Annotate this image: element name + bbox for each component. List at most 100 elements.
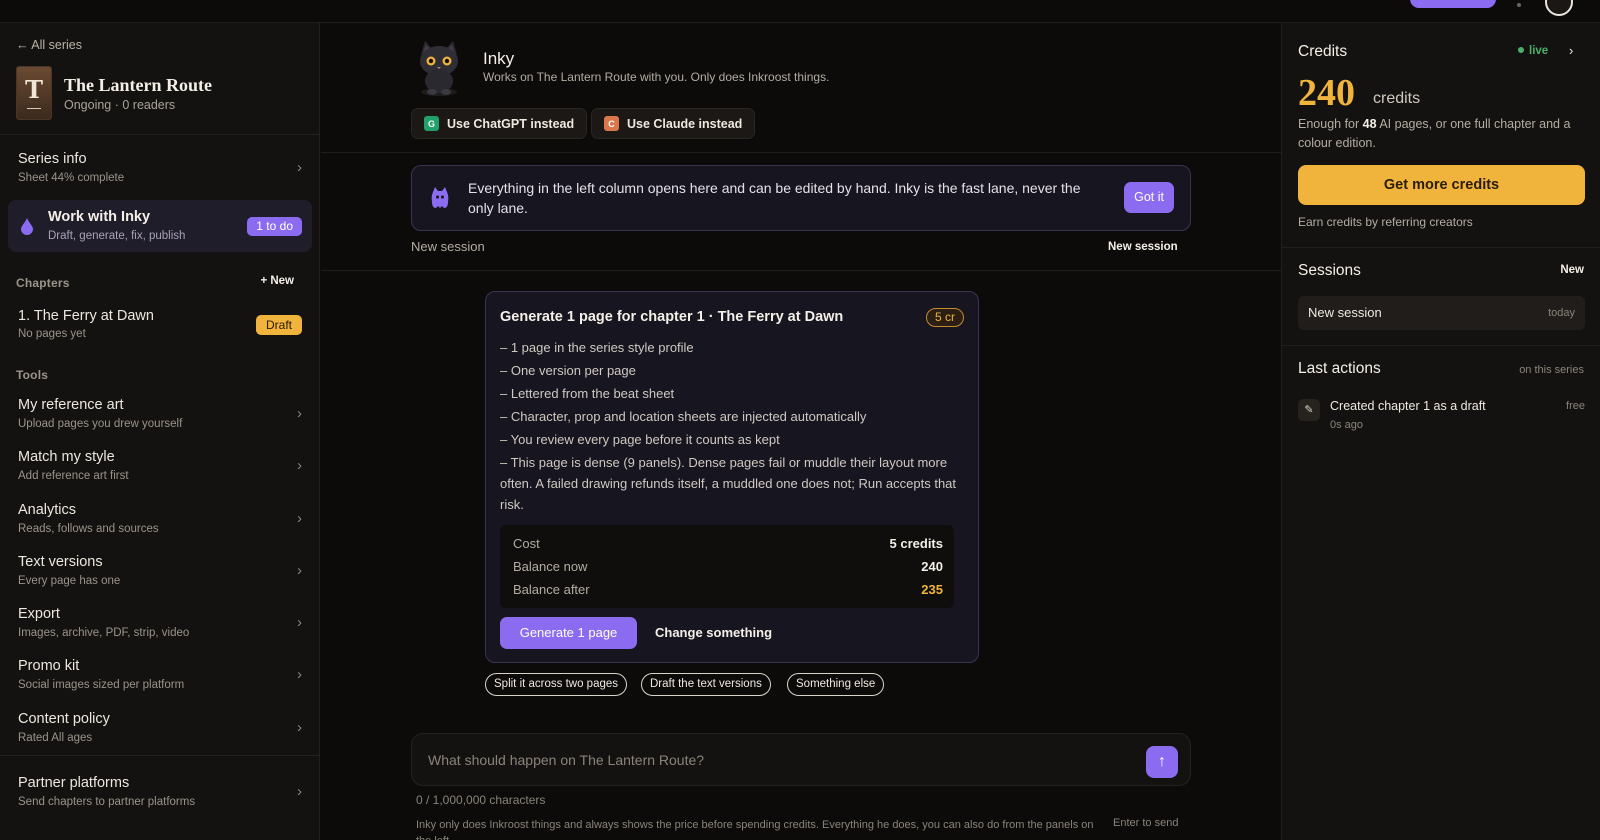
suggestion-chip[interactable]: Split it across two pages <box>485 673 628 696</box>
sidebar-item-title: Analytics <box>18 502 77 518</box>
tools-heading: Tools <box>16 368 49 382</box>
referral-link[interactable]: Earn credits by referring creators <box>1298 215 1473 229</box>
chevron-right-icon[interactable]: › <box>1569 43 1573 58</box>
sidebar-item-title: Export <box>18 606 60 622</box>
chevron-right-icon: › <box>297 457 302 474</box>
balance-after-row: Balance after 235 <box>513 582 943 597</box>
new-chapter-button[interactable]: + New <box>260 275 294 287</box>
chevron-right-icon: › <box>297 666 302 683</box>
sidebar-item-subtitle: Reads, follows and sources <box>18 523 159 535</box>
divider <box>0 755 320 756</box>
generate-page-button[interactable]: Generate 1 page <box>500 617 637 649</box>
top-action-button[interactable] <box>1410 0 1496 8</box>
credits-note: Enough for 48 AI pages, or one full chap… <box>1298 115 1588 153</box>
chapter-title: 1. The Ferry at Dawn <box>18 308 154 324</box>
sidebar-item-series-info[interactable]: Series info Sheet 44% complete › <box>0 151 320 203</box>
info-banner-text: Everything in the left column opens here… <box>468 180 1081 216</box>
sidebar-item-title: Promo kit <box>18 658 80 674</box>
info-banner: Everything in the left column opens here… <box>411 165 1191 231</box>
sidebar-item-title: Match my style <box>18 449 115 465</box>
proposal-title: Generate 1 page for chapter 1 · The Ferr… <box>500 309 844 325</box>
session-item[interactable]: New session today <box>1298 296 1585 330</box>
sidebar-item-subtitle: Draft, generate, fix, publish <box>48 230 186 242</box>
get-more-credits-button[interactable]: Get more credits <box>1298 165 1585 205</box>
sidebar-item-work-with-inky[interactable]: Work with Inky Draft, generate, fix, pub… <box>8 200 312 252</box>
all-series-link[interactable]: ← All series <box>16 38 82 52</box>
cost-row: Cost 5 credits <box>513 536 943 551</box>
use-chatgpt-button[interactable]: G Use ChatGPT instead <box>411 108 588 139</box>
assistant-name: Inky <box>483 49 515 68</box>
session-title: New session <box>411 239 485 254</box>
character-count: 0 / 1,000,000 characters <box>416 793 546 807</box>
chapter-subtitle: No pages yet <box>18 328 86 340</box>
divider <box>321 270 1281 271</box>
inky-cat-avatar <box>420 41 458 96</box>
series-status: Ongoing · 0 readers <box>64 97 176 112</box>
credits-note-count: 48 <box>1362 117 1377 131</box>
proposal-detail: – 1 page in the series style profile <box>500 340 694 355</box>
chevron-right-icon: › <box>297 719 302 736</box>
proposal-detail: – Character, prop and location sheets ar… <box>500 409 867 424</box>
proposal-detail: – You review every page before it counts… <box>500 432 780 447</box>
message-composer: ↑ <box>411 733 1191 786</box>
action-item: ✎ Created chapter 1 as a draft 0s ago fr… <box>1298 399 1585 439</box>
sidebar-item-analytics[interactable]: Analytics Reads, follows and sources › <box>0 502 320 554</box>
suggestion-chip[interactable]: Something else <box>787 673 885 696</box>
claude-icon: C <box>604 116 619 131</box>
sidebar-item-reference-art[interactable]: My reference art Upload pages you drew y… <box>0 397 320 449</box>
chevron-right-icon: › <box>297 614 302 631</box>
got-it-button[interactable]: Got it <box>1124 182 1174 213</box>
sidebar-item-subtitle: Every page has one <box>18 575 121 587</box>
new-session-button[interactable]: New <box>1560 264 1584 276</box>
sidebar-item-export[interactable]: Export Images, archive, PDF, strip, vide… <box>0 606 320 658</box>
cost-badge: 5 cr <box>925 308 964 327</box>
last-actions-title: Last actions <box>1298 360 1381 377</box>
sidebar-item-subtitle: Upload pages you drew yourself <box>18 418 183 430</box>
balance-now-label: Balance now <box>513 559 588 574</box>
change-something-button[interactable]: Change something <box>655 625 772 640</box>
sidebar-item-title: Work with Inky <box>48 209 151 225</box>
use-claude-button[interactable]: C Use Claude instead <box>591 108 756 139</box>
cost-value: 5 credits <box>889 536 943 551</box>
proposal-details: – 1 page in the series style profile – O… <box>500 337 960 517</box>
sidebar-item-text-versions[interactable]: Text versions Every page has one › <box>0 554 320 606</box>
balance-after-label: Balance after <box>513 582 590 597</box>
live-dot-icon <box>1518 47 1524 53</box>
use-chatgpt-label: Use ChatGPT instead <box>447 116 575 131</box>
top-menu-icon[interactable] <box>1517 3 1521 7</box>
divider <box>1282 247 1600 248</box>
sidebar-item-title: My reference art <box>18 397 124 413</box>
send-button[interactable]: ↑ <box>1146 746 1178 778</box>
new-session-button[interactable]: New session <box>1108 241 1178 253</box>
suggestion-chip[interactable]: Draft the text versions <box>641 673 771 696</box>
sidebar-item-partner-platforms[interactable]: Partner platforms Send chapters to partn… <box>0 775 320 827</box>
sidebar-item-subtitle: Sheet 44% complete <box>18 172 125 184</box>
series-cover-letter: T <box>25 74 43 104</box>
action-age: 0s ago <box>1330 419 1364 431</box>
divider <box>321 152 1281 153</box>
chapters-heading: Chapters <box>16 276 70 290</box>
status-badge: Draft <box>255 315 302 335</box>
message-input[interactable] <box>428 748 1118 772</box>
top-bar <box>0 0 1600 23</box>
sidebar-item-subtitle: Rated All ages <box>18 732 93 744</box>
proposal-detail: – This page is dense (9 panels). Dense p… <box>500 455 957 512</box>
chevron-right-icon: › <box>297 510 302 527</box>
avatar[interactable] <box>1545 0 1573 16</box>
series-cover: T <box>16 66 52 120</box>
series-header: T The Lantern Route Ongoing · 0 readers <box>16 66 212 120</box>
proposal-detail: – Lettered from the beat sheet <box>500 386 675 401</box>
todo-badge: 1 to do <box>247 217 302 236</box>
assistant-description: Works on The Lantern Route with you. Onl… <box>483 70 830 84</box>
sidebar-item-promo-kit[interactable]: Promo kit Social images sized per platfo… <box>0 658 320 710</box>
live-indicator: live <box>1518 45 1548 57</box>
balance-now-row: Balance now 240 <box>513 559 943 574</box>
sidebar-item-match-style[interactable]: Match my style Add reference art first › <box>0 449 320 501</box>
credits-note-text: Enough for <box>1298 117 1363 131</box>
right-panel: Credits live › 240 credits Enough for 48… <box>1281 23 1600 840</box>
sidebar-item-subtitle: Images, archive, PDF, strip, video <box>18 627 190 639</box>
balance-after-value: 235 <box>921 582 943 597</box>
chapter-item[interactable]: 1. The Ferry at Dawn No pages yet Draft <box>0 308 320 348</box>
enter-to-send-hint: Enter to send <box>1113 817 1179 829</box>
main-panel: Inky Works on The Lantern Route with you… <box>321 23 1281 840</box>
